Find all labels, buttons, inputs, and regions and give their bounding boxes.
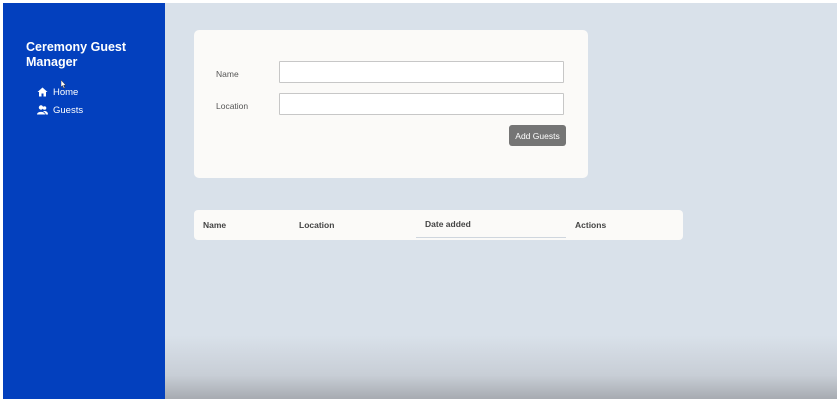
sidebar-item-label: Guests [53, 104, 84, 116]
column-header-divider [416, 237, 566, 238]
name-label: Name [216, 69, 239, 79]
sidebar-item-guests[interactable]: Guests [36, 103, 83, 117]
users-icon [36, 104, 48, 116]
home-icon [36, 86, 48, 98]
column-header-date-added: Date added [425, 219, 471, 229]
app-brand: Ceremony Guest Manager [26, 40, 127, 69]
add-guest-form: Name Location Add Guests [194, 30, 588, 178]
sidebar: Ceremony Guest Manager Home Guests [3, 3, 165, 399]
name-input[interactable] [279, 61, 564, 83]
column-header-location: Location [299, 220, 335, 230]
location-input[interactable] [279, 93, 564, 115]
column-header-name: Name [203, 220, 227, 230]
guests-table: Name Location Date added Actions [194, 210, 683, 240]
sidebar-item-home[interactable]: Home [36, 85, 78, 99]
main-content: Name Location Add Guests Name Location D… [165, 3, 837, 399]
column-header-actions: Actions [575, 220, 607, 230]
app-window: Ceremony Guest Manager Home Guests Name … [0, 0, 837, 399]
add-guests-button[interactable]: Add Guests [509, 125, 566, 146]
location-label: Location [216, 101, 249, 111]
